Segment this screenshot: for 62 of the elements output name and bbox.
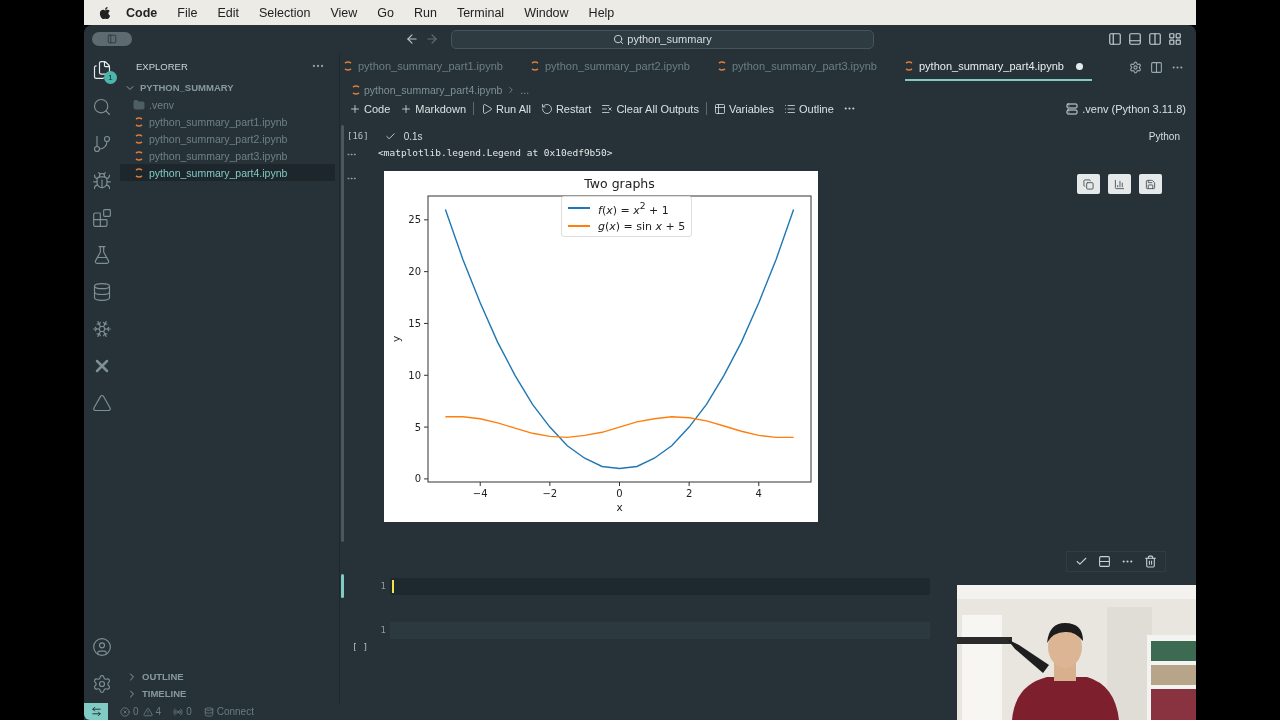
x-tick-label: 2 [685, 488, 693, 499]
execution-count: [ ] [351, 642, 370, 652]
toolbar-button[interactable]: Restart [535, 102, 597, 115]
x-tick: 0 [616, 481, 623, 499]
y-tick-label: 0 [414, 473, 421, 485]
count-badge: 1 [104, 71, 117, 84]
sidebar-title: EXPLORER [136, 60, 188, 72]
x-axis-label: x [616, 501, 623, 513]
y-tick: 10 [408, 369, 429, 381]
menu-item[interactable]: Edit [207, 5, 249, 20]
toolbar-button[interactable]: Run All [476, 102, 536, 115]
breadcrumb-item[interactable]: ... [520, 83, 530, 96]
editor-tab[interactable]: python_summary_part4.ipynb [905, 53, 1092, 81]
x-tick: 2 [685, 481, 693, 499]
y-tick: 25 [408, 214, 429, 226]
x-tick-label: −4 [472, 488, 488, 499]
folder-name[interactable]: PYTHON_SUMMARY [140, 82, 234, 93]
menu-item[interactable]: Code [116, 5, 168, 20]
execution-count: [16] [346, 131, 369, 141]
section-header[interactable]: OUTLINE [142, 671, 184, 682]
x-tick: −4 [472, 481, 488, 499]
menu-item[interactable]: Window [514, 5, 579, 20]
toolbar-button[interactable]: Clear All Outputs [596, 102, 704, 115]
x-tick-label: −2 [542, 488, 558, 499]
x-tick: 4 [755, 481, 762, 499]
duration: 0.1s [403, 130, 423, 142]
y-axis-label: y [390, 335, 402, 343]
explorer-row[interactable]: python_summary_part4.ipynb [120, 164, 335, 181]
y-tick: 15 [408, 317, 429, 329]
toolbar-button[interactable]: Variables [708, 102, 779, 115]
x-tick-label: 0 [616, 488, 623, 499]
menu-item[interactable]: Terminal [446, 5, 515, 20]
x-tick: −2 [542, 481, 558, 499]
menu-item[interactable]: File [167, 5, 208, 20]
toolbar-button[interactable]: Markdown [395, 102, 472, 115]
line-number: 1 [379, 625, 386, 635]
language-label[interactable]: Python [1148, 130, 1180, 142]
search-field[interactable]: python_summary [451, 29, 874, 49]
y-tick-label: 20 [408, 266, 421, 278]
menu-item[interactable]: Run [403, 5, 447, 20]
menu-item[interactable]: Go [367, 5, 404, 20]
kernel-picker[interactable]: .venv (Python 3.11.8) [1066, 102, 1186, 115]
y-tick-label: 5 [414, 421, 421, 433]
y-tick: 5 [414, 421, 429, 433]
y-tick-label: 25 [408, 214, 421, 226]
y-tick-label: 15 [408, 317, 421, 329]
y-tick-label: 10 [408, 369, 421, 381]
y-tick: 0 [414, 473, 429, 485]
line-number: 1 [379, 581, 386, 591]
breadcrumb-item[interactable]: python_summary_part4.ipynb [364, 83, 503, 96]
toolbar-button[interactable]: Code [344, 102, 396, 115]
menu-item[interactable]: Help [578, 5, 625, 20]
output-text: <matplotlib.legend.Legend at 0x10edf9b50> [378, 147, 614, 160]
chart-title: Two graphs [584, 176, 655, 191]
legend-label: f(x) = x$^{2}$ + 1 [598, 200, 669, 217]
y-tick: 20 [408, 266, 429, 278]
x-tick-label: 4 [755, 488, 762, 499]
legend-label: g(x) = sin x + 5 [598, 219, 686, 233]
toolbar-button[interactable]: Outline [778, 102, 839, 115]
menu-item[interactable]: View [320, 5, 368, 20]
section-header[interactable]: TIMELINE [142, 688, 187, 699]
menu-item[interactable]: Selection [248, 5, 321, 20]
